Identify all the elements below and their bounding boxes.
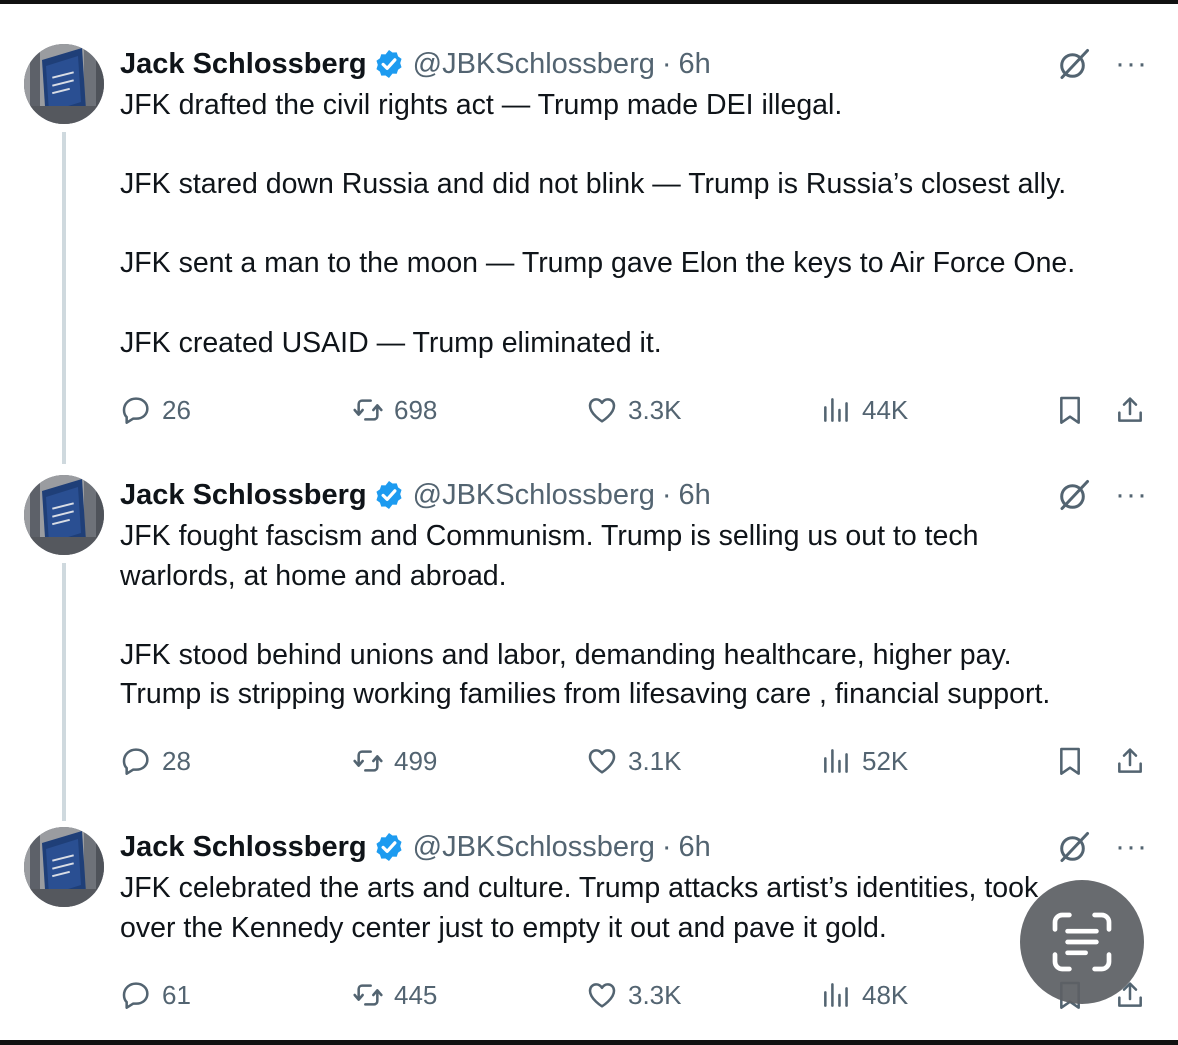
author-handle[interactable]: @JBKSchlossberg bbox=[413, 48, 655, 81]
top-border bbox=[0, 0, 1178, 4]
repost-count: 698 bbox=[394, 394, 438, 425]
share-icon bbox=[1114, 394, 1146, 426]
tweet-line-blank bbox=[120, 205, 1160, 245]
avatar[interactable] bbox=[24, 827, 104, 907]
separator-dot: · bbox=[661, 47, 672, 80]
reply-count: 61 bbox=[162, 979, 191, 1010]
author-name[interactable]: Jack Schlossberg bbox=[120, 479, 367, 512]
views-count: 52K bbox=[862, 745, 909, 776]
tweet-line: JFK sent a man to the moon — Trump gave … bbox=[120, 247, 1076, 280]
more-options-button[interactable]: ··· bbox=[1115, 475, 1148, 515]
repost-count: 499 bbox=[394, 745, 438, 776]
share-button[interactable] bbox=[1114, 390, 1146, 430]
tweet-actions: 61 445 3.3K 48K bbox=[120, 975, 1160, 1015]
tweet-line: JFK stood behind unions and labor, deman… bbox=[120, 638, 1012, 671]
repost-icon bbox=[352, 745, 384, 777]
tweet-text: JFK drafted the civil rights act — Trump… bbox=[120, 86, 1160, 363]
tweet-line: Trump is stripping working families from… bbox=[120, 678, 1051, 711]
reply-icon bbox=[120, 745, 152, 777]
thread-connector bbox=[62, 132, 66, 464]
share-icon bbox=[1114, 745, 1146, 777]
tweet-header: Jack Schlossberg @JBKSchlossberg · 6h bbox=[120, 827, 711, 867]
reply-button[interactable]: 28 bbox=[120, 741, 191, 781]
verified-badge-icon bbox=[373, 48, 405, 80]
tweet-line: JFK celebrated the arts and culture. Tru… bbox=[120, 872, 1039, 904]
tweet-line: JFK created USAID — Trump eliminated it. bbox=[120, 326, 662, 359]
author-handle[interactable]: @JBKSchlossberg bbox=[413, 479, 655, 512]
reply-icon bbox=[120, 394, 152, 426]
tweet-line: JFK stared down Russia and did not blink… bbox=[120, 168, 1067, 201]
tweet-line-blank bbox=[120, 596, 1160, 636]
tweet-line: JFK fought fascism and Communism. Trump … bbox=[120, 520, 979, 552]
tweet-header: Jack Schlossberg @JBKSchlossberg · 6h bbox=[120, 44, 711, 84]
reply-button[interactable]: 26 bbox=[120, 390, 191, 430]
heart-icon bbox=[586, 394, 618, 426]
views-button[interactable]: 52K bbox=[820, 741, 908, 781]
grok-icon[interactable] bbox=[1056, 829, 1092, 865]
repost-count: 445 bbox=[394, 979, 438, 1010]
repost-button[interactable]: 445 bbox=[352, 975, 437, 1015]
tweet-time[interactable]: 6h bbox=[679, 831, 711, 864]
views-icon bbox=[820, 745, 852, 777]
author-name[interactable]: Jack Schlossberg bbox=[120, 831, 367, 864]
like-button[interactable]: 3.3K bbox=[586, 975, 682, 1015]
bookmark-icon bbox=[1054, 394, 1086, 426]
tweet-header: Jack Schlossberg @JBKSchlossberg · 6h bbox=[120, 475, 711, 515]
views-icon bbox=[820, 394, 852, 426]
reply-count: 26 bbox=[162, 394, 191, 425]
bottom-border bbox=[0, 1040, 1178, 1045]
reply-button[interactable]: 61 bbox=[120, 975, 191, 1015]
like-button[interactable]: 3.1K bbox=[586, 741, 682, 781]
repost-button[interactable]: 499 bbox=[352, 741, 437, 781]
verified-badge-icon bbox=[373, 479, 405, 511]
tweet-actions: 26 698 3.3K 44K bbox=[120, 390, 1160, 430]
grok-icon[interactable] bbox=[1056, 46, 1092, 82]
author-handle[interactable]: @JBKSchlossberg bbox=[413, 831, 655, 864]
views-button[interactable]: 44K bbox=[820, 390, 908, 430]
tweet-text: JFK fought fascism and Communism. Trump … bbox=[120, 517, 1160, 715]
views-count: 44K bbox=[862, 394, 909, 425]
verified-badge-icon bbox=[373, 831, 405, 863]
bookmark-icon bbox=[1054, 745, 1086, 777]
bookmark-button[interactable] bbox=[1054, 741, 1086, 781]
grok-icon[interactable] bbox=[1056, 477, 1092, 513]
tweet-line-blank bbox=[120, 126, 1160, 166]
like-count: 3.3K bbox=[628, 394, 682, 425]
tweet-line: JFK drafted the civil rights act — Trump… bbox=[120, 89, 843, 121]
like-count: 3.1K bbox=[628, 745, 682, 776]
repost-icon bbox=[352, 979, 384, 1011]
thread-connector bbox=[62, 563, 66, 821]
tweet-line: warlords, at home and abroad. bbox=[120, 559, 507, 592]
more-options-button[interactable]: ··· bbox=[1115, 827, 1148, 867]
like-button[interactable]: 3.3K bbox=[586, 390, 682, 430]
views-icon bbox=[820, 979, 852, 1011]
avatar[interactable] bbox=[24, 475, 104, 555]
text-scan-button[interactable] bbox=[1020, 880, 1144, 1004]
like-count: 3.3K bbox=[628, 979, 682, 1010]
views-count: 48K bbox=[862, 979, 909, 1010]
text-scan-icon bbox=[1052, 912, 1112, 972]
avatar[interactable] bbox=[24, 44, 104, 124]
reply-count: 28 bbox=[162, 745, 191, 776]
separator-dot: · bbox=[661, 478, 672, 511]
heart-icon bbox=[586, 979, 618, 1011]
bookmark-button[interactable] bbox=[1054, 390, 1086, 430]
repost-button[interactable]: 698 bbox=[352, 390, 437, 430]
repost-icon bbox=[352, 394, 384, 426]
tweet-actions: 28 499 3.1K 52K bbox=[120, 741, 1160, 781]
tweet-time[interactable]: 6h bbox=[679, 48, 711, 81]
tweet-text: JFK celebrated the arts and culture. Tru… bbox=[120, 869, 1160, 948]
tweet-time[interactable]: 6h bbox=[679, 479, 711, 512]
views-button[interactable]: 48K bbox=[820, 975, 908, 1015]
author-name[interactable]: Jack Schlossberg bbox=[120, 48, 367, 81]
tweet-line: over the Kennedy center just to empty it… bbox=[120, 911, 887, 944]
separator-dot: · bbox=[661, 830, 672, 863]
heart-icon bbox=[586, 745, 618, 777]
share-button[interactable] bbox=[1114, 741, 1146, 781]
reply-icon bbox=[120, 979, 152, 1011]
tweet-line-blank bbox=[120, 284, 1160, 324]
more-options-button[interactable]: ··· bbox=[1115, 44, 1148, 84]
